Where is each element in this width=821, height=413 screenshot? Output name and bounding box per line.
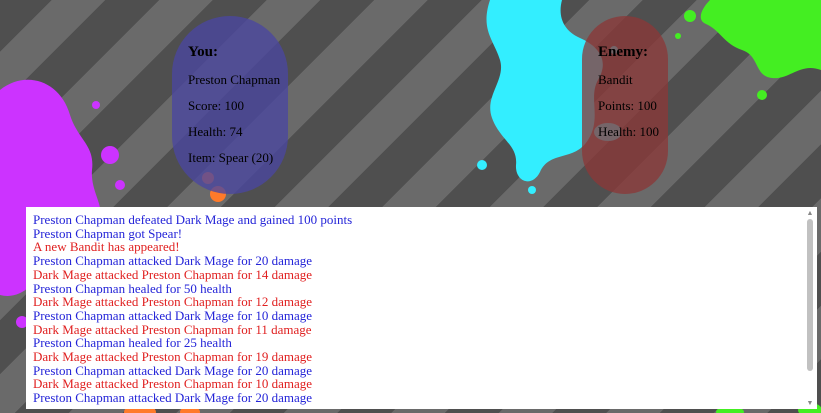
log-line: A new Bandit has appeared! [33,239,180,255]
battle-log[interactable]: Preston Chapman defeated Dark Mage and g… [26,207,817,409]
player-health: Health: 74 [188,124,243,139]
log-line: Dark Mage attacked Preston Chapman for 1… [33,349,313,365]
log-line: Dark Mage attacked Preston Chapman for 1… [33,266,313,282]
log-line: Dark Mage attacked Preston Chapman for 1… [33,294,313,310]
log-scrollbar[interactable]: ▲ ▼ [805,209,815,407]
enemy-heading: Enemy: [598,44,648,60]
scroll-down-icon[interactable]: ▼ [805,399,815,407]
enemy-health: Health: 100 [598,124,660,139]
log-line: Preston Chapman attacked Dark Mage for 2… [33,390,313,406]
log-line: Dark Mage attacked Preston Chapman for 1… [33,376,313,392]
log-line: Preston Chapman defeated Dark Mage and g… [33,212,353,227]
enemy-points: Points: 100 [598,98,657,113]
player-name: Preston Chapman [188,72,281,87]
scroll-thumb[interactable] [807,219,813,371]
log-line: Preston Chapman got Spear! [33,225,183,241]
log-line: Preston Chapman attacked Dark Mage for 2… [33,362,313,378]
log-line: Preston Chapman attacked Dark Mage for 1… [33,307,313,323]
player-panel: You: Preston Chapman Score: 100 Health: … [172,16,288,194]
enemy-panel: Enemy: Bandit Points: 100 Health: 100 [582,16,668,194]
log-line: Preston Chapman attacked Dark Mage for 2… [33,253,313,269]
scroll-up-icon[interactable]: ▲ [805,209,815,217]
log-line: Preston Chapman healed for 50 health [33,280,232,296]
player-heading: You: [188,44,219,60]
log-line: Dark Mage attacked Preston Chapman for 1… [33,321,312,337]
player-score: Score: 100 [188,98,244,113]
log-line: Preston Chapman healed for 25 health [33,335,232,351]
player-item: Item: Spear (20) [188,150,274,165]
green-splat [675,0,821,100]
enemy-name: Bandit [598,72,633,87]
